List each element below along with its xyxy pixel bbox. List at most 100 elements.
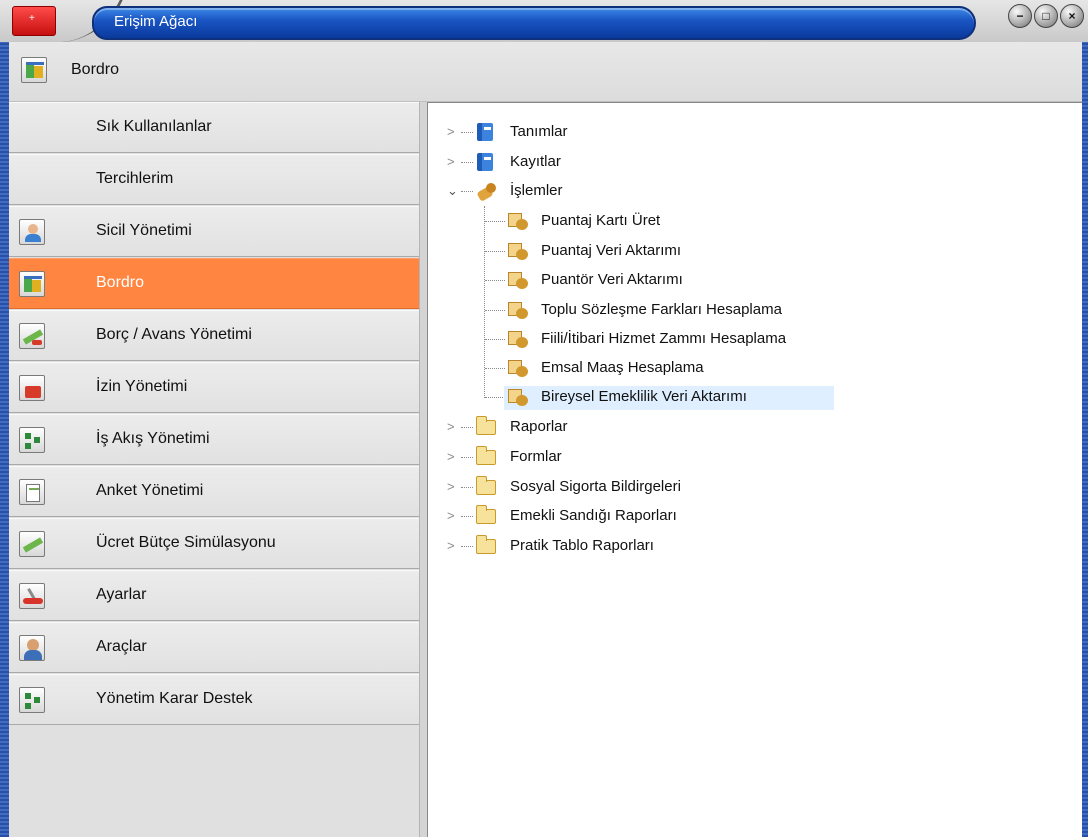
tree-node-label: Kayıtlar <box>510 153 561 170</box>
tree-connector <box>461 546 473 547</box>
app-logo-icon: + <box>12 6 56 36</box>
module-header: Bordro <box>9 42 1082 102</box>
sidebar: Sık Kullanılanlar Tercihlerim Sicil Yöne… <box>9 102 419 837</box>
sidebar-item-ucret-butce[interactable]: Ücret Bütçe Simülasyonu <box>9 518 419 569</box>
tree-connector <box>461 162 473 163</box>
tree-connector <box>485 251 505 252</box>
tree-connector <box>485 368 505 369</box>
tree-node-bireysel-emeklilik[interactable]: Bireysel Emeklilik Veri Aktarımı <box>428 386 928 410</box>
operation-icon <box>507 387 529 407</box>
tree-node-label: Bireysel Emeklilik Veri Aktarımı <box>541 388 747 405</box>
operations-icon <box>476 181 498 202</box>
expand-arrow-icon[interactable]: > <box>447 535 457 557</box>
tree-node-puantaj-veri-aktarimi[interactable]: Puantaj Veri Aktarımı <box>428 240 928 262</box>
tree-connector <box>485 280 505 281</box>
tree-node-label: Pratik Tablo Raporları <box>510 537 654 554</box>
sidebar-item-yonetim-karar-destek[interactable]: Yönetim Karar Destek <box>9 674 419 725</box>
sidebar-item-label: Sık Kullanılanlar <box>96 118 212 135</box>
window-frame-right <box>1082 0 1088 837</box>
tree-node-label: Sosyal Sigorta Bildirgeleri <box>510 478 681 495</box>
sidebar-item-anket-yonetimi[interactable]: Anket Yönetimi <box>9 466 419 517</box>
debt-icon <box>19 323 45 349</box>
sidebar-item-ayarlar[interactable]: Ayarlar <box>9 570 419 621</box>
operation-icon <box>507 300 529 320</box>
sidebar-item-bordro[interactable]: Bordro <box>9 258 419 309</box>
sidebar-item-label: Anket Yönetimi <box>96 482 204 499</box>
tree-connector <box>461 427 473 428</box>
window-frame-left <box>0 0 9 837</box>
tree-node-label: Puantör Veri Aktarımı <box>541 271 683 288</box>
sidebar-item-label: Borç / Avans Yönetimi <box>96 326 252 343</box>
workflow-icon <box>19 427 45 453</box>
operation-icon <box>507 270 529 290</box>
tree-node-kayitlar[interactable]: > Kayıtlar <box>428 151 828 173</box>
tree-node-puantor-veri-aktarimi[interactable]: Puantör Veri Aktarımı <box>428 269 928 291</box>
tree-node-label: Emekli Sandığı Raporları <box>510 507 677 524</box>
title-bar[interactable]: + Erişim Ağacı − □ × <box>0 0 1088 42</box>
tree-node-label: Tanımlar <box>510 123 568 140</box>
tree-node-label: Puantaj Kartı Üret <box>541 212 661 229</box>
personnel-icon <box>19 219 45 245</box>
collapse-arrow-icon[interactable]: ⌄ <box>447 180 458 202</box>
sidebar-item-sik-kullanilanlar[interactable]: Sık Kullanılanlar <box>9 102 419 153</box>
tree-view: > Tanımlar > Kayıtlar ⌄ İşlemler Puantaj… <box>427 102 1082 837</box>
tree-node-label: Toplu Sözleşme Farkları Hesaplama <box>541 301 782 318</box>
operation-icon <box>507 241 529 261</box>
sidebar-item-tercihlerim[interactable]: Tercihlerim <box>9 154 419 205</box>
close-button[interactable]: × <box>1060 4 1084 28</box>
tree-connector <box>485 339 505 340</box>
tree-node-label: Fiili/İtibari Hizmet Zammı Hesaplama <box>541 330 787 347</box>
expand-arrow-icon[interactable]: > <box>447 416 457 438</box>
folder-icon <box>476 505 496 524</box>
minimize-button[interactable]: − <box>1008 4 1032 28</box>
tree-node-label: Raporlar <box>510 418 568 435</box>
folder-icon <box>476 476 496 495</box>
bordro-icon <box>21 57 47 83</box>
maximize-button[interactable]: □ <box>1034 4 1058 28</box>
window-controls: − □ × <box>1008 4 1084 28</box>
tree-node-label: İşlemler <box>510 182 563 199</box>
sidebar-item-label: İzin Yönetimi <box>96 378 188 395</box>
sidebar-item-borc-avans[interactable]: Borç / Avans Yönetimi <box>9 310 419 361</box>
tree-node-pratik-tablo[interactable]: > Pratik Tablo Raporları <box>428 535 828 557</box>
window-title: Erişim Ağacı <box>114 13 198 30</box>
sidebar-item-label: Bordro <box>96 274 145 291</box>
tree-connector <box>461 487 473 488</box>
tree-node-label: Formlar <box>510 448 562 465</box>
tree-node-tanimlar[interactable]: > Tanımlar <box>428 121 828 143</box>
budget-icon <box>19 531 45 557</box>
sidebar-item-araclar[interactable]: Araçlar <box>9 622 419 673</box>
tree-node-sosyal-sigorta[interactable]: > Sosyal Sigorta Bildirgeleri <box>428 476 828 498</box>
expand-arrow-icon[interactable]: > <box>447 151 457 173</box>
expand-arrow-icon[interactable]: > <box>447 505 457 527</box>
expand-arrow-icon[interactable]: > <box>447 121 457 143</box>
leave-icon <box>19 375 45 401</box>
sidebar-item-sicil-yonetimi[interactable]: Sicil Yönetimi <box>9 206 419 257</box>
module-header-label: Bordro <box>71 61 120 78</box>
expand-arrow-icon[interactable]: > <box>447 446 457 468</box>
sidebar-item-izin-yonetimi[interactable]: İzin Yönetimi <box>9 362 419 413</box>
expand-arrow-icon[interactable]: > <box>447 476 457 498</box>
survey-icon <box>19 479 45 505</box>
sidebar-item-is-akis[interactable]: İş Akış Yönetimi <box>9 414 419 465</box>
tree-connector <box>485 310 505 311</box>
tools-icon <box>19 635 45 661</box>
tree-node-puantaj-karti-uret[interactable]: Puantaj Kartı Üret <box>428 210 928 232</box>
sidebar-item-label: Ayarlar <box>96 586 147 603</box>
tree-node-raporlar[interactable]: > Raporlar <box>428 416 828 438</box>
tree-node-toplu-sozlesme[interactable]: Toplu Sözleşme Farkları Hesaplama <box>428 299 928 321</box>
tree-node-formlar[interactable]: > Formlar <box>428 446 828 468</box>
operation-icon <box>507 211 529 231</box>
tree-node-fiili-itibari[interactable]: Fiili/İtibari Hizmet Zammı Hesaplama <box>428 328 948 350</box>
sidebar-item-label: Yönetim Karar Destek <box>96 690 253 707</box>
sidebar-item-label: Ücret Bütçe Simülasyonu <box>96 534 276 551</box>
title-pill: Erişim Ağacı <box>92 6 976 40</box>
tree-connector <box>461 132 473 133</box>
tree-connector <box>461 457 473 458</box>
tree-node-emekli-sandigi[interactable]: > Emekli Sandığı Raporları <box>428 505 828 527</box>
tree-node-label: Puantaj Veri Aktarımı <box>541 242 682 259</box>
tree-node-islemler[interactable]: ⌄ İşlemler <box>428 180 828 202</box>
operation-icon <box>507 358 529 378</box>
tree-node-label: Emsal Maaş Hesaplama <box>541 359 704 376</box>
tree-node-emsal-maas[interactable]: Emsal Maaş Hesaplama <box>428 357 928 379</box>
